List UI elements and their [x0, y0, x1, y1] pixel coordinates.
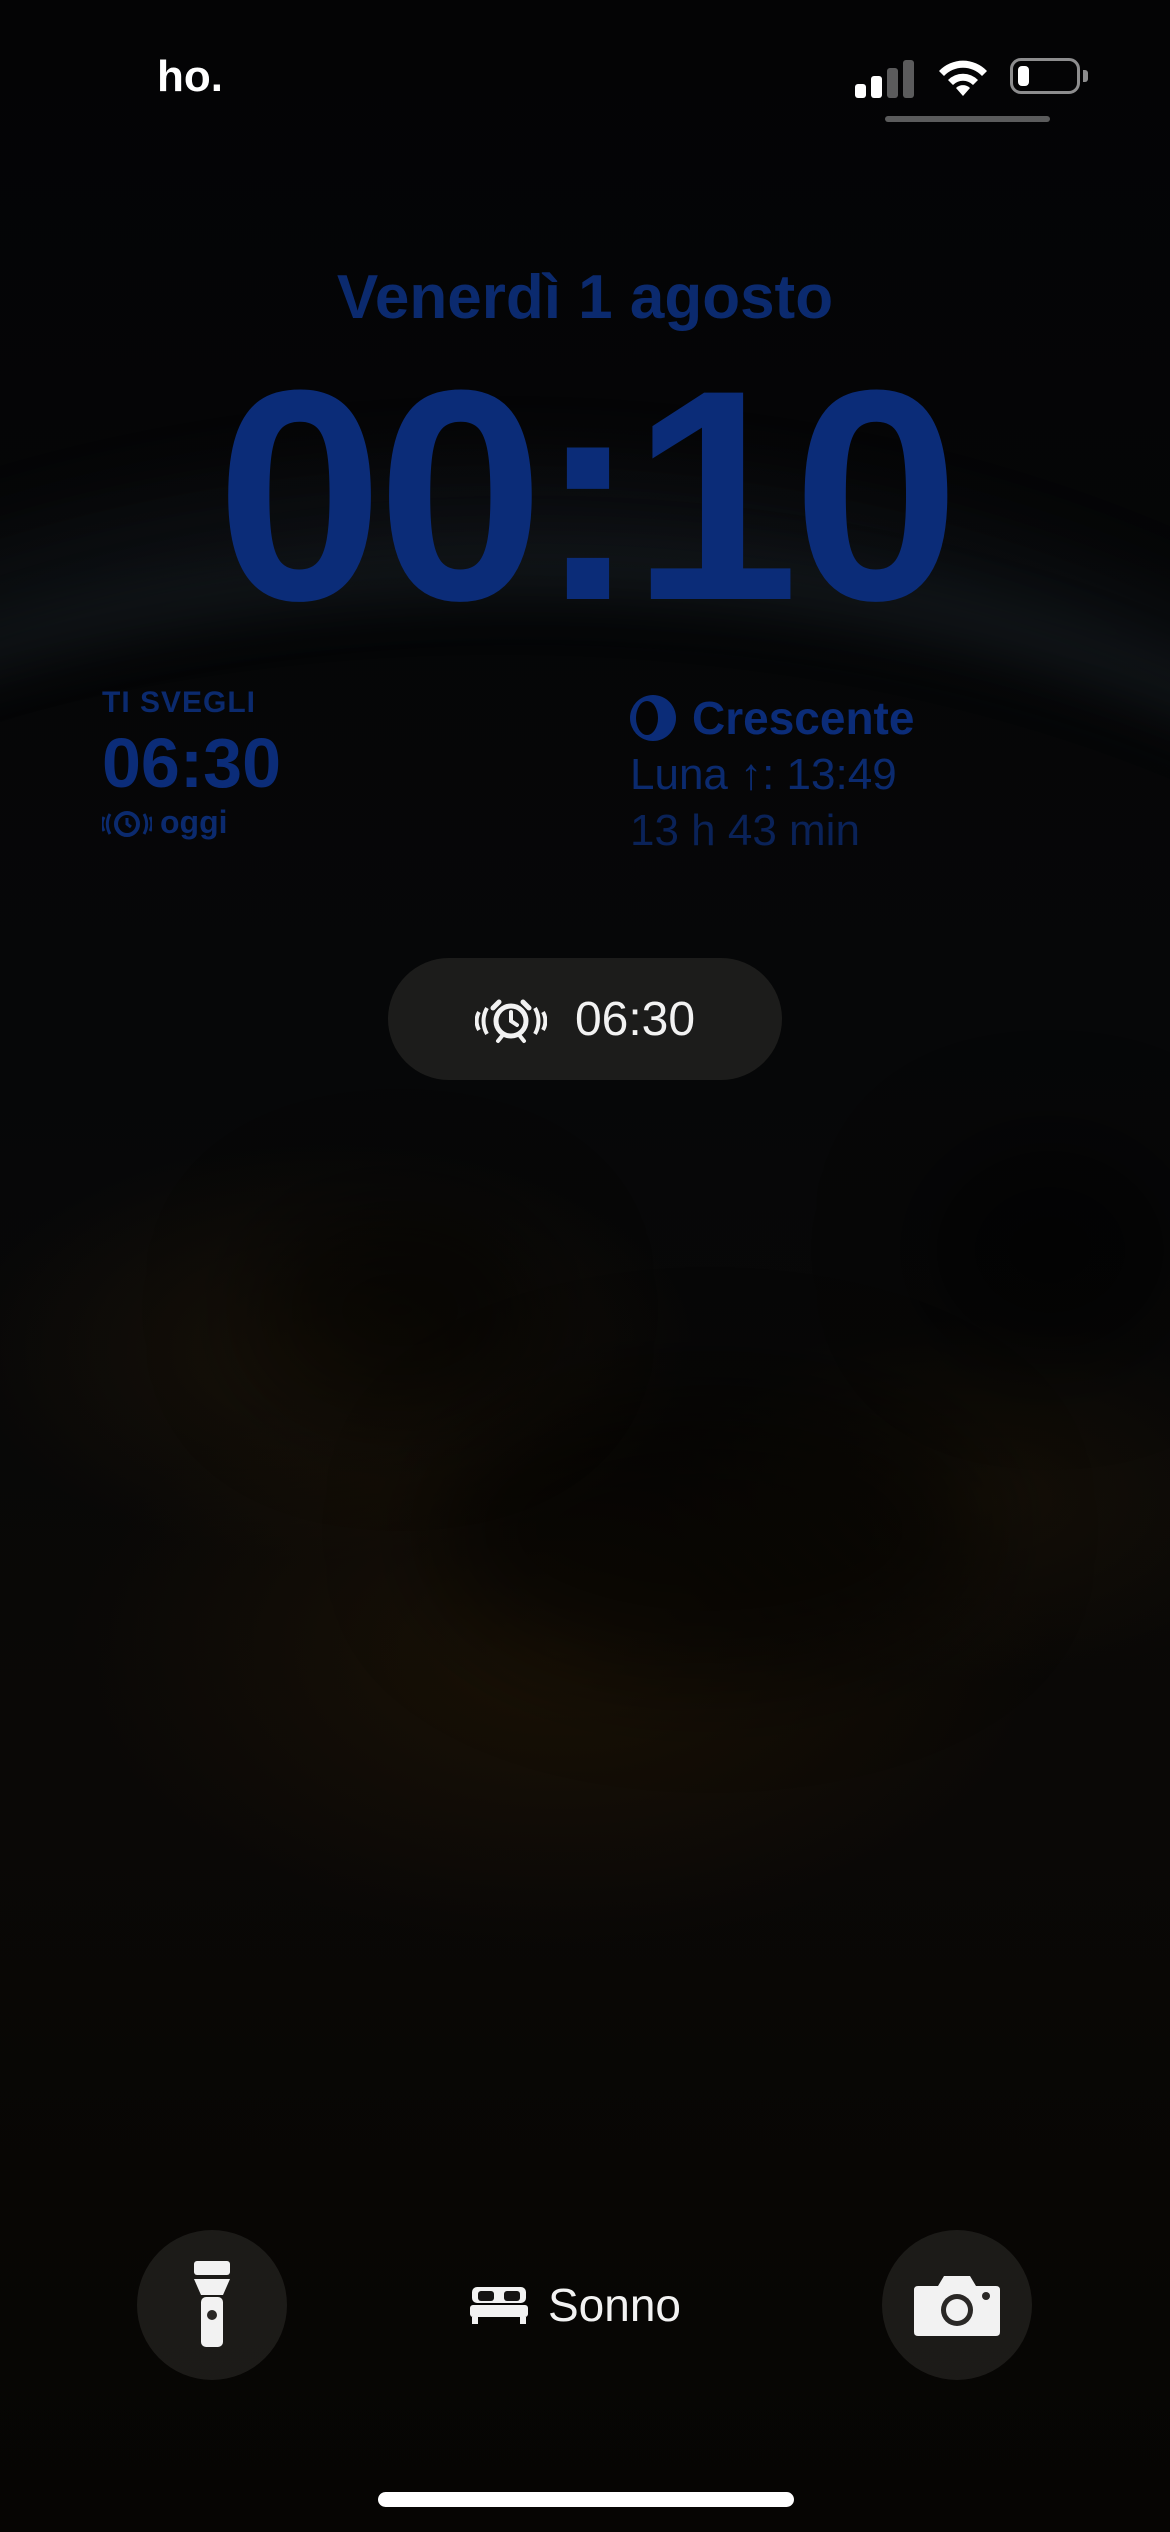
sleep-focus-indicator[interactable]: Sonno	[470, 2270, 681, 2340]
flashlight-icon	[194, 2261, 230, 2347]
status-bar: ho.	[0, 0, 1170, 130]
alarm-time: 06:30	[574, 992, 696, 1046]
status-bar-handle[interactable]	[885, 116, 1050, 122]
wake-up-time: 06:30	[102, 724, 282, 802]
alarm-ringing-icon	[474, 999, 547, 1043]
moon-phase: Crescente	[692, 692, 915, 744]
sleep-focus-label: Sonno	[548, 2279, 682, 2331]
bed-icon	[470, 2287, 528, 2324]
battery-cap	[1083, 70, 1088, 82]
moon-widget[interactable]: Crescente Luna ↑: 13:49 13 h 43 min	[630, 690, 1150, 858]
wake-up-day-row: oggi	[102, 804, 522, 841]
cellular-signal-icon	[855, 58, 915, 98]
home-indicator[interactable]	[378, 2492, 794, 2507]
carrier-name: ho.	[157, 52, 223, 101]
wake-up-label: TI SVEGLI	[102, 686, 257, 719]
wifi-icon	[939, 60, 987, 96]
wallpaper-shadow	[250, 1200, 550, 1420]
wake-up-day: oggi	[160, 804, 228, 840]
camera-icon	[914, 2276, 1000, 2336]
battery-level	[1018, 66, 1029, 86]
wallpaper-shadow	[430, 1380, 990, 1680]
flashlight-button[interactable]	[137, 2230, 287, 2380]
moon-visible-duration: 13 h 43 min	[630, 806, 860, 855]
moonrise-time: Luna ↑: 13:49	[630, 750, 897, 799]
alarm-icon	[102, 810, 152, 837]
alarm-live-activity[interactable]: 06:30	[388, 958, 782, 1080]
lock-screen-clock: 00:10	[216, 327, 959, 663]
camera-button[interactable]	[882, 2230, 1032, 2380]
wallpaper-shadow	[920, 1140, 1170, 1360]
battery-icon	[1010, 58, 1080, 94]
wake-up-widget[interactable]: TI SVEGLI 06:30 oggi	[102, 686, 522, 841]
moon-phase-row: Crescente	[630, 690, 1150, 746]
moon-phase-icon	[630, 695, 676, 741]
lock-screen-date: Venerdì 1 agosto	[336, 263, 834, 332]
